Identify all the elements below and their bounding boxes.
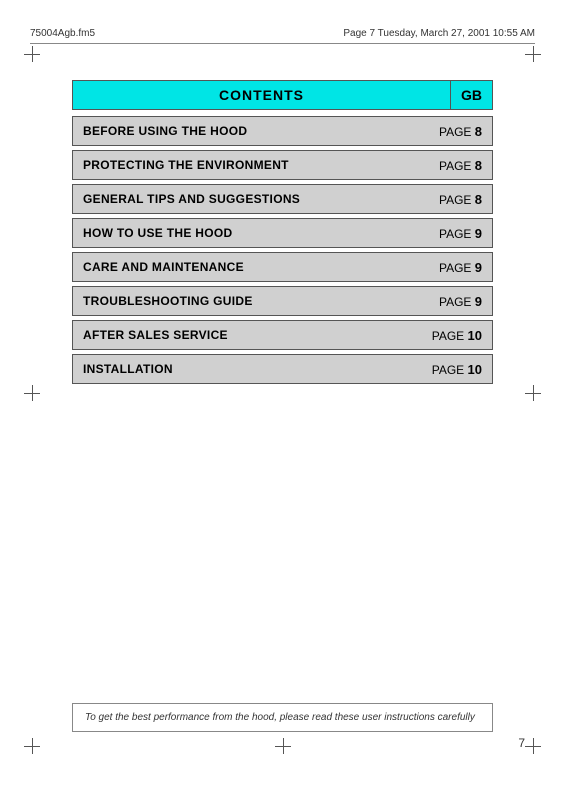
toc-page-number: 9 — [475, 260, 482, 275]
header-bar: 75004Agb.fm5 Page 7 Tuesday, March 27, 2… — [30, 28, 535, 44]
toc-row: PROTECTING THE ENVIRONMENTPAGE 8 — [72, 150, 493, 180]
toc-row: HOW TO USE THE HOODPAGE 9 — [72, 218, 493, 248]
toc-row-label: HOW TO USE THE HOOD — [73, 220, 429, 246]
toc-row-page: PAGE 10 — [422, 356, 492, 383]
toc-row-page: PAGE 9 — [429, 220, 492, 247]
toc-page-number: 10 — [468, 328, 482, 343]
toc-row-page: PAGE 8 — [429, 186, 492, 213]
page-number: 7 — [518, 736, 525, 750]
toc-page-number: 8 — [475, 158, 482, 173]
toc-row: INSTALLATIONPAGE 10 — [72, 354, 493, 384]
toc-row-page: PAGE 9 — [429, 288, 492, 315]
toc-row: CARE AND MAINTENANCEPAGE 9 — [72, 252, 493, 282]
toc-row: TROUBLESHOOTING GUIDEPAGE 9 — [72, 286, 493, 316]
crosshair-top-left — [24, 46, 40, 62]
toc-row-label: GENERAL TIPS AND SUGGESTIONS — [73, 186, 429, 212]
header-page-info: Page 7 Tuesday, March 27, 2001 10:55 AM — [343, 28, 535, 39]
page-container: 75004Agb.fm5 Page 7 Tuesday, March 27, 2… — [0, 0, 565, 800]
crosshair-bottom-mid — [275, 738, 291, 754]
contents-gb-label: GB — [450, 80, 493, 110]
toc-page-number: 10 — [468, 362, 482, 377]
toc-row-label: CARE AND MAINTENANCE — [73, 254, 429, 280]
crosshair-mid-right — [525, 385, 541, 401]
toc-row-label: AFTER SALES SERVICE — [73, 322, 422, 348]
toc-row: BEFORE USING THE HOODPAGE 8 — [72, 116, 493, 146]
main-content: CONTENTS GB BEFORE USING THE HOODPAGE 8P… — [72, 80, 493, 388]
toc-row-label: PROTECTING THE ENVIRONMENT — [73, 152, 429, 178]
toc-row-label: TROUBLESHOOTING GUIDE — [73, 288, 429, 314]
crosshair-bottom-right — [525, 738, 541, 754]
header-filename: 75004Agb.fm5 — [30, 28, 95, 39]
toc-row: AFTER SALES SERVICEPAGE 10 — [72, 320, 493, 350]
toc-row-page: PAGE 10 — [422, 322, 492, 349]
toc-row: GENERAL TIPS AND SUGGESTIONSPAGE 8 — [72, 184, 493, 214]
crosshair-bottom-left — [24, 738, 40, 754]
footer-note-text: To get the best performance from the hoo… — [85, 712, 475, 723]
crosshair-top-right — [525, 46, 541, 62]
toc-row-page: PAGE 8 — [429, 152, 492, 179]
contents-title: CONTENTS — [72, 80, 450, 110]
toc-row-page: PAGE 8 — [429, 118, 492, 145]
contents-header: CONTENTS GB — [72, 80, 493, 110]
toc-row-page: PAGE 9 — [429, 254, 492, 281]
toc-page-number: 8 — [475, 192, 482, 207]
toc-page-number: 9 — [475, 226, 482, 241]
toc-table: BEFORE USING THE HOODPAGE 8PROTECTING TH… — [72, 116, 493, 384]
crosshair-mid-left — [24, 385, 40, 401]
toc-row-label: BEFORE USING THE HOOD — [73, 118, 429, 144]
toc-page-number: 8 — [475, 124, 482, 139]
toc-row-label: INSTALLATION — [73, 356, 422, 382]
toc-page-number: 9 — [475, 294, 482, 309]
footer-note: To get the best performance from the hoo… — [72, 703, 493, 732]
